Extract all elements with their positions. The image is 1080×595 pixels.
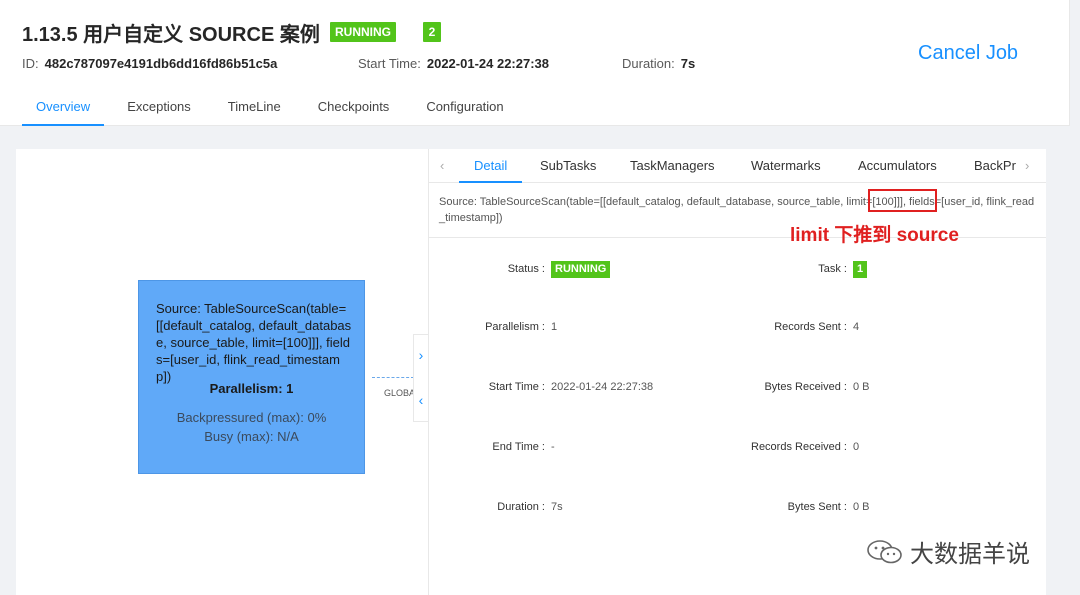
duration-label: Duration:	[622, 56, 675, 71]
field-status: Status : RUNNING	[439, 261, 611, 278]
tabs-scroll-right-icon[interactable]: ›	[1025, 158, 1029, 173]
detail-tabs: ‹ Detail SubTasks TaskManagers Watermark…	[429, 149, 1046, 183]
watermark-text: 大数据羊说	[910, 541, 1030, 568]
node-busy: Busy (max): N/A	[204, 429, 299, 444]
field-bytes-received: Bytes Received :0 B	[764, 381, 870, 393]
job-status-badge: RUNNING	[330, 22, 396, 42]
overview-panel: Source: TableSourceScan(table=[[default_…	[16, 149, 1046, 595]
status-badge: RUNNING	[551, 261, 611, 278]
records-sent-value: 4	[853, 321, 860, 333]
parallelism-value: 1	[551, 321, 558, 333]
field-records-received: Records Received :0	[751, 441, 860, 453]
field-start-time: Start Time :2022-01-24 22:27:38	[488, 381, 654, 393]
field-duration: Duration :7s	[497, 501, 563, 513]
vertex-detail-pane: ‹ Detail SubTasks TaskManagers Watermark…	[429, 149, 1046, 595]
tab-taskmanagers[interactable]: TaskManagers	[630, 158, 715, 173]
task-badge: 1	[853, 261, 868, 278]
tab-accumulators[interactable]: Accumulators	[858, 158, 937, 173]
field-task: Task : 1	[749, 261, 868, 278]
field-records-sent: Records Sent :4	[774, 321, 860, 333]
job-duration: Duration: 7s	[622, 56, 695, 71]
start-time-value: 2022-01-24 22:27:38	[551, 381, 654, 393]
duration-value: 7s	[551, 501, 563, 513]
job-id-label: ID:	[22, 56, 39, 71]
tab-exceptions[interactable]: Exceptions	[113, 96, 205, 126]
wechat-icon	[867, 539, 902, 563]
chevron-left-icon[interactable]: ‹	[414, 392, 428, 408]
tab-overview[interactable]: Overview	[22, 96, 105, 126]
end-time-value: -	[551, 441, 555, 453]
panel-toggle: › ‹	[413, 334, 429, 422]
field-bytes-sent: Bytes Sent :0 B	[787, 501, 870, 513]
job-tabs: Overview Exceptions TimeLine Checkpoints…	[22, 96, 527, 126]
tab-watermarks[interactable]: Watermarks	[751, 158, 821, 173]
node-backpressured: Backpressured (max): 0%	[176, 410, 327, 425]
node-description: Source: TableSourceScan(table=[[default_…	[156, 301, 352, 384]
tab-detail[interactable]: Detail	[459, 158, 523, 183]
chevron-right-icon[interactable]: ›	[414, 347, 428, 363]
start-time-value: 2022-01-24 22:27:38	[426, 56, 550, 71]
graph-edge-label: GLOBA	[384, 388, 416, 398]
node-parallelism: Parallelism: 1	[209, 381, 294, 396]
job-id-value: 482c787097e4191db6dd16fd86b51c5a	[44, 56, 278, 71]
graph-edge	[372, 377, 414, 378]
start-time-label: Start Time:	[358, 56, 421, 71]
job-id: ID: 482c787097e4191db6dd16fd86b51c5a	[22, 56, 277, 71]
tab-subtasks[interactable]: SubTasks	[540, 158, 596, 173]
job-start-time: Start Time: 2022-01-24 22:27:38	[358, 56, 549, 71]
tab-checkpoints[interactable]: Checkpoints	[304, 96, 404, 126]
bytes-received-value: 0 B	[853, 381, 870, 393]
duration-value: 7s	[680, 56, 696, 71]
tab-timeline[interactable]: TimeLine	[214, 96, 295, 126]
job-header: 1.13.5 用户自定义 SOURCE 案例 RUNNING 2 ID: 482c…	[0, 0, 1070, 126]
records-received-value: 0	[853, 441, 860, 453]
watermark: 大数据羊说	[866, 534, 1030, 569]
annotation-text: limit 下推到 source	[790, 225, 959, 246]
bytes-sent-value: 0 B	[853, 501, 870, 513]
cancel-job-button[interactable]: Cancel Job	[918, 42, 1018, 65]
task-count-badge: 2	[423, 22, 441, 42]
tab-configuration[interactable]: Configuration	[412, 96, 517, 126]
job-title: 1.13.5 用户自定义 SOURCE 案例	[22, 24, 320, 46]
field-status-label: Status :	[507, 263, 545, 275]
field-task-label: Task :	[818, 263, 847, 275]
job-graph[interactable]: Source: TableSourceScan(table=[[default_…	[16, 149, 429, 595]
tab-backpressure[interactable]: BackPr	[974, 158, 1016, 173]
tabs-scroll-left-icon[interactable]: ‹	[440, 158, 444, 173]
field-end-time: End Time :-	[492, 441, 555, 453]
graph-node-source[interactable]: Source: TableSourceScan(table=[[default_…	[138, 280, 365, 474]
field-parallelism: Parallelism :1	[485, 321, 558, 333]
